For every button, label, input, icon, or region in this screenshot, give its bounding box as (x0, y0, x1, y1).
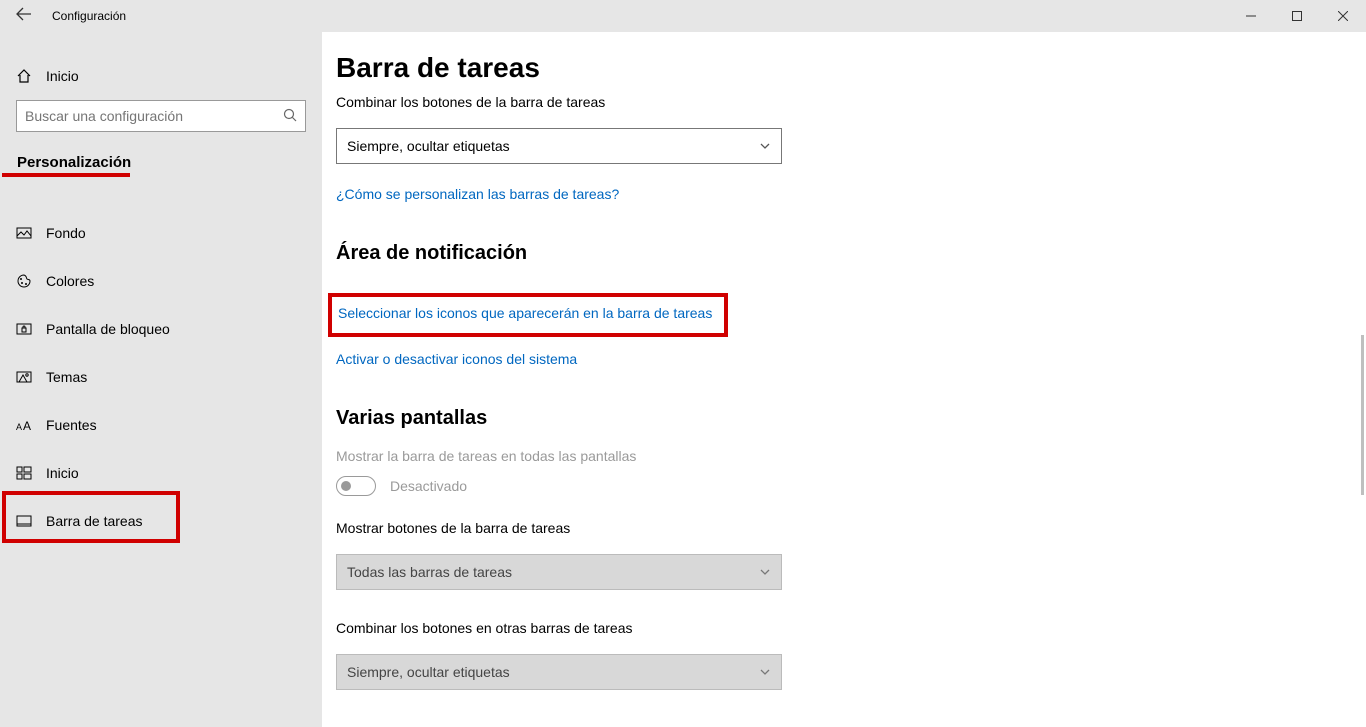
chevron-down-icon (759, 566, 771, 578)
toggle-knob (341, 481, 351, 491)
category-title: Personalización (1, 154, 322, 171)
back-button[interactable] (0, 6, 48, 27)
window-controls (1228, 0, 1366, 32)
window-title: Configuración (48, 9, 1228, 23)
show-buttons-label: Mostrar botones de la barra de tareas (336, 520, 1358, 536)
start-icon (16, 465, 46, 481)
combine-dropdown[interactable]: Siempre, ocultar etiquetas (336, 128, 782, 164)
annotation-underline (2, 173, 130, 177)
themes-icon (16, 369, 46, 385)
home-icon (16, 68, 46, 84)
nav-taskbar[interactable]: Barra de tareas (0, 497, 322, 545)
lockscreen-icon (16, 321, 46, 337)
dropdown-value: Siempre, ocultar etiquetas (347, 664, 510, 680)
toggle-state: Desactivado (390, 478, 467, 494)
taskbar-icon (16, 513, 46, 529)
search-icon (283, 108, 297, 125)
nav-label: Pantalla de bloqueo (46, 321, 170, 337)
chevron-down-icon (759, 666, 771, 678)
scrollbar-thumb[interactable] (1361, 335, 1364, 495)
nav-label: Inicio (46, 465, 79, 481)
notification-area-title: Área de notificación (336, 242, 1358, 265)
picture-icon (16, 225, 46, 241)
help-link[interactable]: ¿Cómo se personalizan las barras de tare… (336, 186, 619, 202)
nav-start[interactable]: Inicio (0, 449, 322, 497)
minimize-button[interactable] (1228, 0, 1274, 32)
search-box[interactable] (16, 100, 306, 132)
nav-home[interactable]: Inicio (0, 52, 322, 100)
chevron-down-icon (759, 140, 771, 152)
arrow-left-icon (16, 6, 32, 22)
nav-colors[interactable]: Colores (0, 257, 322, 305)
combine-other-dropdown: Siempre, ocultar etiquetas (336, 654, 782, 690)
close-button[interactable] (1320, 0, 1366, 32)
nav-themes[interactable]: Temas (0, 353, 322, 401)
nav-home-label: Inicio (46, 68, 79, 84)
maximize-button[interactable] (1274, 0, 1320, 32)
multiple-displays-title: Varias pantallas (336, 407, 1358, 430)
dropdown-value: Siempre, ocultar etiquetas (347, 138, 510, 154)
fonts-icon: AA (16, 417, 46, 433)
nav-label: Fondo (46, 225, 86, 241)
palette-icon (16, 273, 46, 289)
select-icons-link[interactable]: Seleccionar los iconos que aparecerán en… (338, 305, 712, 321)
nav-label: Temas (46, 369, 87, 385)
show-taskbar-label: Mostrar la barra de tareas en todas las … (336, 448, 1358, 464)
nav-background[interactable]: Fondo (0, 209, 322, 257)
combine-label: Combinar los botones de la barra de tare… (336, 94, 1358, 110)
combine-other-label: Combinar los botones en otras barras de … (336, 620, 1358, 636)
nav-lockscreen[interactable]: Pantalla de bloqueo (0, 305, 322, 353)
page-title: Barra de tareas (336, 52, 1358, 84)
search-input[interactable] (25, 108, 283, 124)
titlebar: Configuración (0, 0, 1366, 32)
nav-label: Barra de tareas (46, 513, 143, 529)
annotation-box: Seleccionar los iconos que aparecerán en… (328, 293, 728, 337)
show-buttons-dropdown: Todas las barras de tareas (336, 554, 782, 590)
nav-label: Colores (46, 273, 94, 289)
svg-text:A: A (23, 419, 31, 433)
sidebar: Inicio Personalización Fondo (0, 32, 322, 727)
system-icons-link[interactable]: Activar o desactivar iconos del sistema (336, 351, 577, 367)
nav-fonts[interactable]: AA Fuentes (0, 401, 322, 449)
dropdown-value: Todas las barras de tareas (347, 564, 512, 580)
content: Barra de tareas Combinar los botones de … (322, 32, 1358, 727)
svg-text:A: A (16, 422, 22, 432)
show-taskbar-toggle (336, 476, 376, 496)
nav-label: Fuentes (46, 417, 97, 433)
